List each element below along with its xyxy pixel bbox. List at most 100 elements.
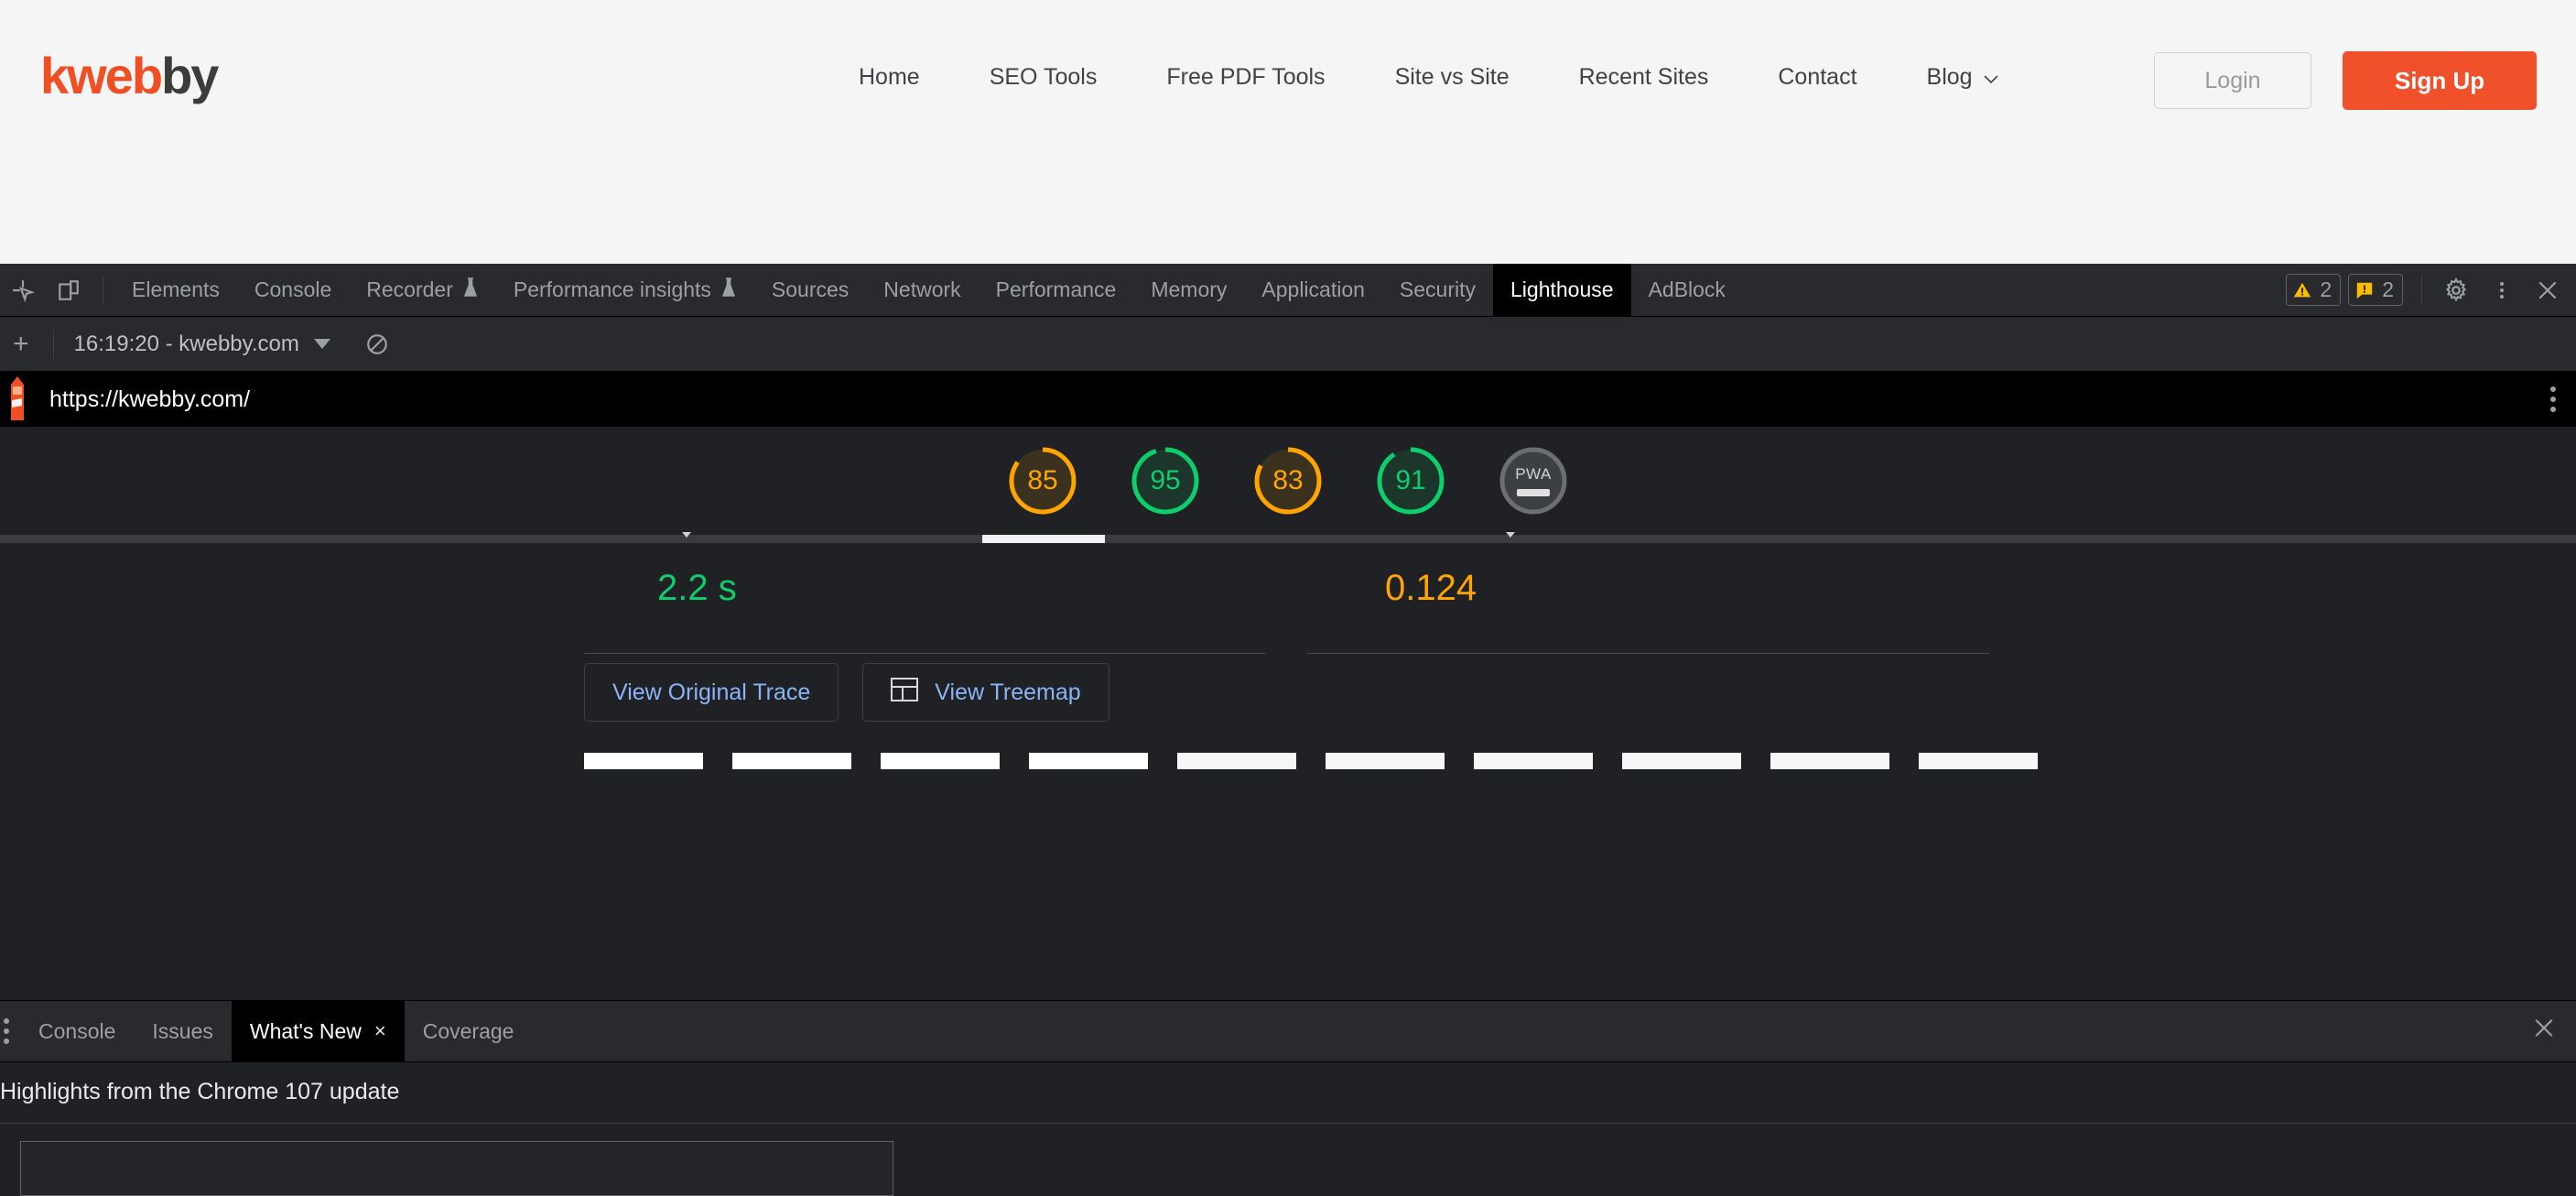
runbar-divider [52, 329, 54, 359]
drawer-tab-label: What's New [249, 1018, 362, 1043]
chevron-down-icon [313, 339, 330, 349]
score-gauge-best-practices[interactable]: 83 [1252, 445, 1324, 516]
signup-button[interactable]: Sign Up [2343, 51, 2537, 110]
scrollbar-thumb[interactable] [982, 535, 1105, 543]
issues-badge[interactable]: 2 [2348, 274, 2403, 306]
close-drawer-icon[interactable] [2532, 1017, 2556, 1047]
metric-speed-index: 2.2 s [584, 544, 1265, 654]
button-label: View Original Trace [612, 679, 811, 705]
devtools-tab-label: Application [1261, 277, 1365, 301]
devtools-tab-adblock[interactable]: AdBlock [1631, 264, 1743, 317]
nav-item-home[interactable]: Home [824, 64, 955, 91]
warning-badge[interactable]: 2 [2286, 274, 2342, 306]
devtools-tab-application[interactable]: Application [1244, 264, 1382, 317]
devtools-tab-label: AdBlock [1648, 277, 1726, 301]
gauge-value: 95 [1150, 465, 1181, 495]
devtools-tab-memory[interactable]: Memory [1133, 264, 1244, 317]
devtools-tab-recorder[interactable]: Recorder [349, 264, 496, 317]
nav-item-site-vs-site[interactable]: Site vs Site [1360, 64, 1544, 91]
devtools-tab-network[interactable]: Network [866, 264, 978, 317]
nav-item-label: Site vs Site [1394, 64, 1510, 90]
filmstrip-frame [1770, 753, 1889, 769]
lighthouse-report: 85 95 83 91 PWA 2.2 s 0.124 View Original Tr… [0, 427, 2576, 1000]
devtools-tab-performance[interactable]: Performance [979, 264, 1134, 317]
metric-cls: 0.124 [1307, 544, 1989, 654]
view-original-trace-button[interactable]: View Original Trace [584, 663, 839, 722]
drawer-more-icon[interactable] [0, 1018, 20, 1044]
devtools-tabbar: Elements Console Recorder Performance insig… [0, 263, 2576, 317]
filmstrip-frame [732, 753, 851, 769]
gauge-value: 91 [1395, 465, 1426, 495]
nav-item-contact[interactable]: Contact [1743, 64, 1891, 91]
gauge-dash-icon [1517, 489, 1550, 496]
issues-count: 2 [2382, 277, 2394, 301]
lighthouse-urlbar: https://kwebby.com/ [0, 372, 2576, 427]
nav-item-blog[interactable]: Blog [1892, 64, 2033, 91]
login-button[interactable]: Login [2154, 52, 2311, 109]
nav-item-seo-tools[interactable]: SEO Tools [955, 64, 1132, 91]
score-gauge-pwa[interactable]: PWA [1498, 445, 1569, 516]
more-options-icon[interactable] [2550, 386, 2556, 412]
nav-item-label: Blog [1926, 64, 1973, 90]
close-icon[interactable] [2525, 267, 2571, 313]
drawer-tab-what-s-new[interactable]: What's New × [231, 1000, 405, 1062]
nav-item-label: SEO Tools [989, 64, 1098, 90]
close-tab-icon[interactable]: × [374, 1019, 386, 1043]
gear-icon[interactable] [2433, 267, 2479, 313]
devtools-tab-sources[interactable]: Sources [754, 264, 866, 317]
devtools-tab-console[interactable]: Console [237, 264, 349, 317]
new-report-button[interactable]: + [0, 329, 42, 360]
nav-item-free-pdf-tools[interactable]: Free PDF Tools [1131, 64, 1359, 91]
scroll-marker-2 [1506, 532, 1515, 538]
devtools-tab-label: Lighthouse [1510, 277, 1614, 301]
devtools-tab-label: Console [254, 277, 332, 301]
devtools-tab-elements[interactable]: Elements [114, 264, 237, 317]
metrics-row: 2.2 s 0.124 [0, 544, 2576, 654]
report-url: https://kwebby.com/ [49, 386, 251, 412]
devtools-tab-label: Memory [1151, 277, 1228, 301]
score-gauge-seo[interactable]: 91 [1375, 445, 1446, 516]
nav-item-label: Contact [1778, 64, 1857, 90]
gauge-value: 83 [1272, 465, 1304, 495]
filmstrip-frame [1919, 753, 2038, 769]
view-treemap-button[interactable]: View Treemap [862, 663, 1109, 722]
more-options-icon[interactable] [2479, 267, 2525, 313]
report-selector[interactable]: 16:19:20 - kwebby.com [65, 332, 340, 357]
filmstrip-frame [1474, 753, 1593, 769]
devtools-tab-security[interactable]: Security [1382, 264, 1493, 317]
horizontal-scrollbar[interactable] [0, 532, 2576, 543]
whats-new-title: Highlights from the Chrome 107 update [0, 1079, 400, 1104]
devtools-tab-lighthouse[interactable]: Lighthouse [1493, 263, 1631, 317]
drawer-divider [0, 1123, 2576, 1124]
filmstrip-frame [1622, 753, 1741, 769]
score-gauge-performance[interactable]: 85 [1007, 445, 1078, 516]
experiment-flask-icon [462, 277, 479, 303]
filmstrip-frame [881, 753, 1000, 769]
filmstrip-frame [1177, 753, 1296, 769]
nav-item-label: Home [859, 64, 920, 90]
score-gauge-accessibility[interactable]: 95 [1130, 445, 1201, 516]
logo-text-secondary: by [161, 47, 219, 104]
drawer-tab-issues[interactable]: Issues [134, 1000, 231, 1062]
drawer-tab-coverage[interactable]: Coverage [405, 1000, 533, 1062]
device-toolbar-icon[interactable] [46, 267, 92, 313]
devtools-tab-label: Elements [132, 277, 220, 301]
chevron-down-icon [1984, 75, 1998, 83]
button-label: View Treemap [935, 679, 1081, 705]
drawer-tab-label: Console [38, 1018, 116, 1043]
clear-all-icon[interactable] [354, 321, 400, 367]
metric-value: 2.2 s [657, 568, 737, 608]
filmstrip-frame [1029, 753, 1148, 769]
site-logo[interactable]: kweb by [40, 47, 219, 104]
nav-item-recent-sites[interactable]: Recent Sites [1544, 64, 1744, 91]
drawer-tab-console[interactable]: Console [20, 1000, 134, 1062]
devtools-window: Elements Console Recorder Performance insig… [0, 263, 2576, 1196]
devtools-tab-performance-insights[interactable]: Performance insights [496, 264, 754, 317]
devtools-tab-label: Security [1399, 277, 1477, 301]
devtools-tab-label: Recorder [366, 277, 453, 301]
inspect-element-icon[interactable] [0, 267, 46, 313]
drawer-tab-label: Coverage [422, 1018, 514, 1043]
report-actions: View Original Trace View Treemap [584, 663, 1109, 722]
whats-new-card[interactable] [20, 1141, 893, 1196]
scroll-marker-1 [682, 532, 691, 538]
